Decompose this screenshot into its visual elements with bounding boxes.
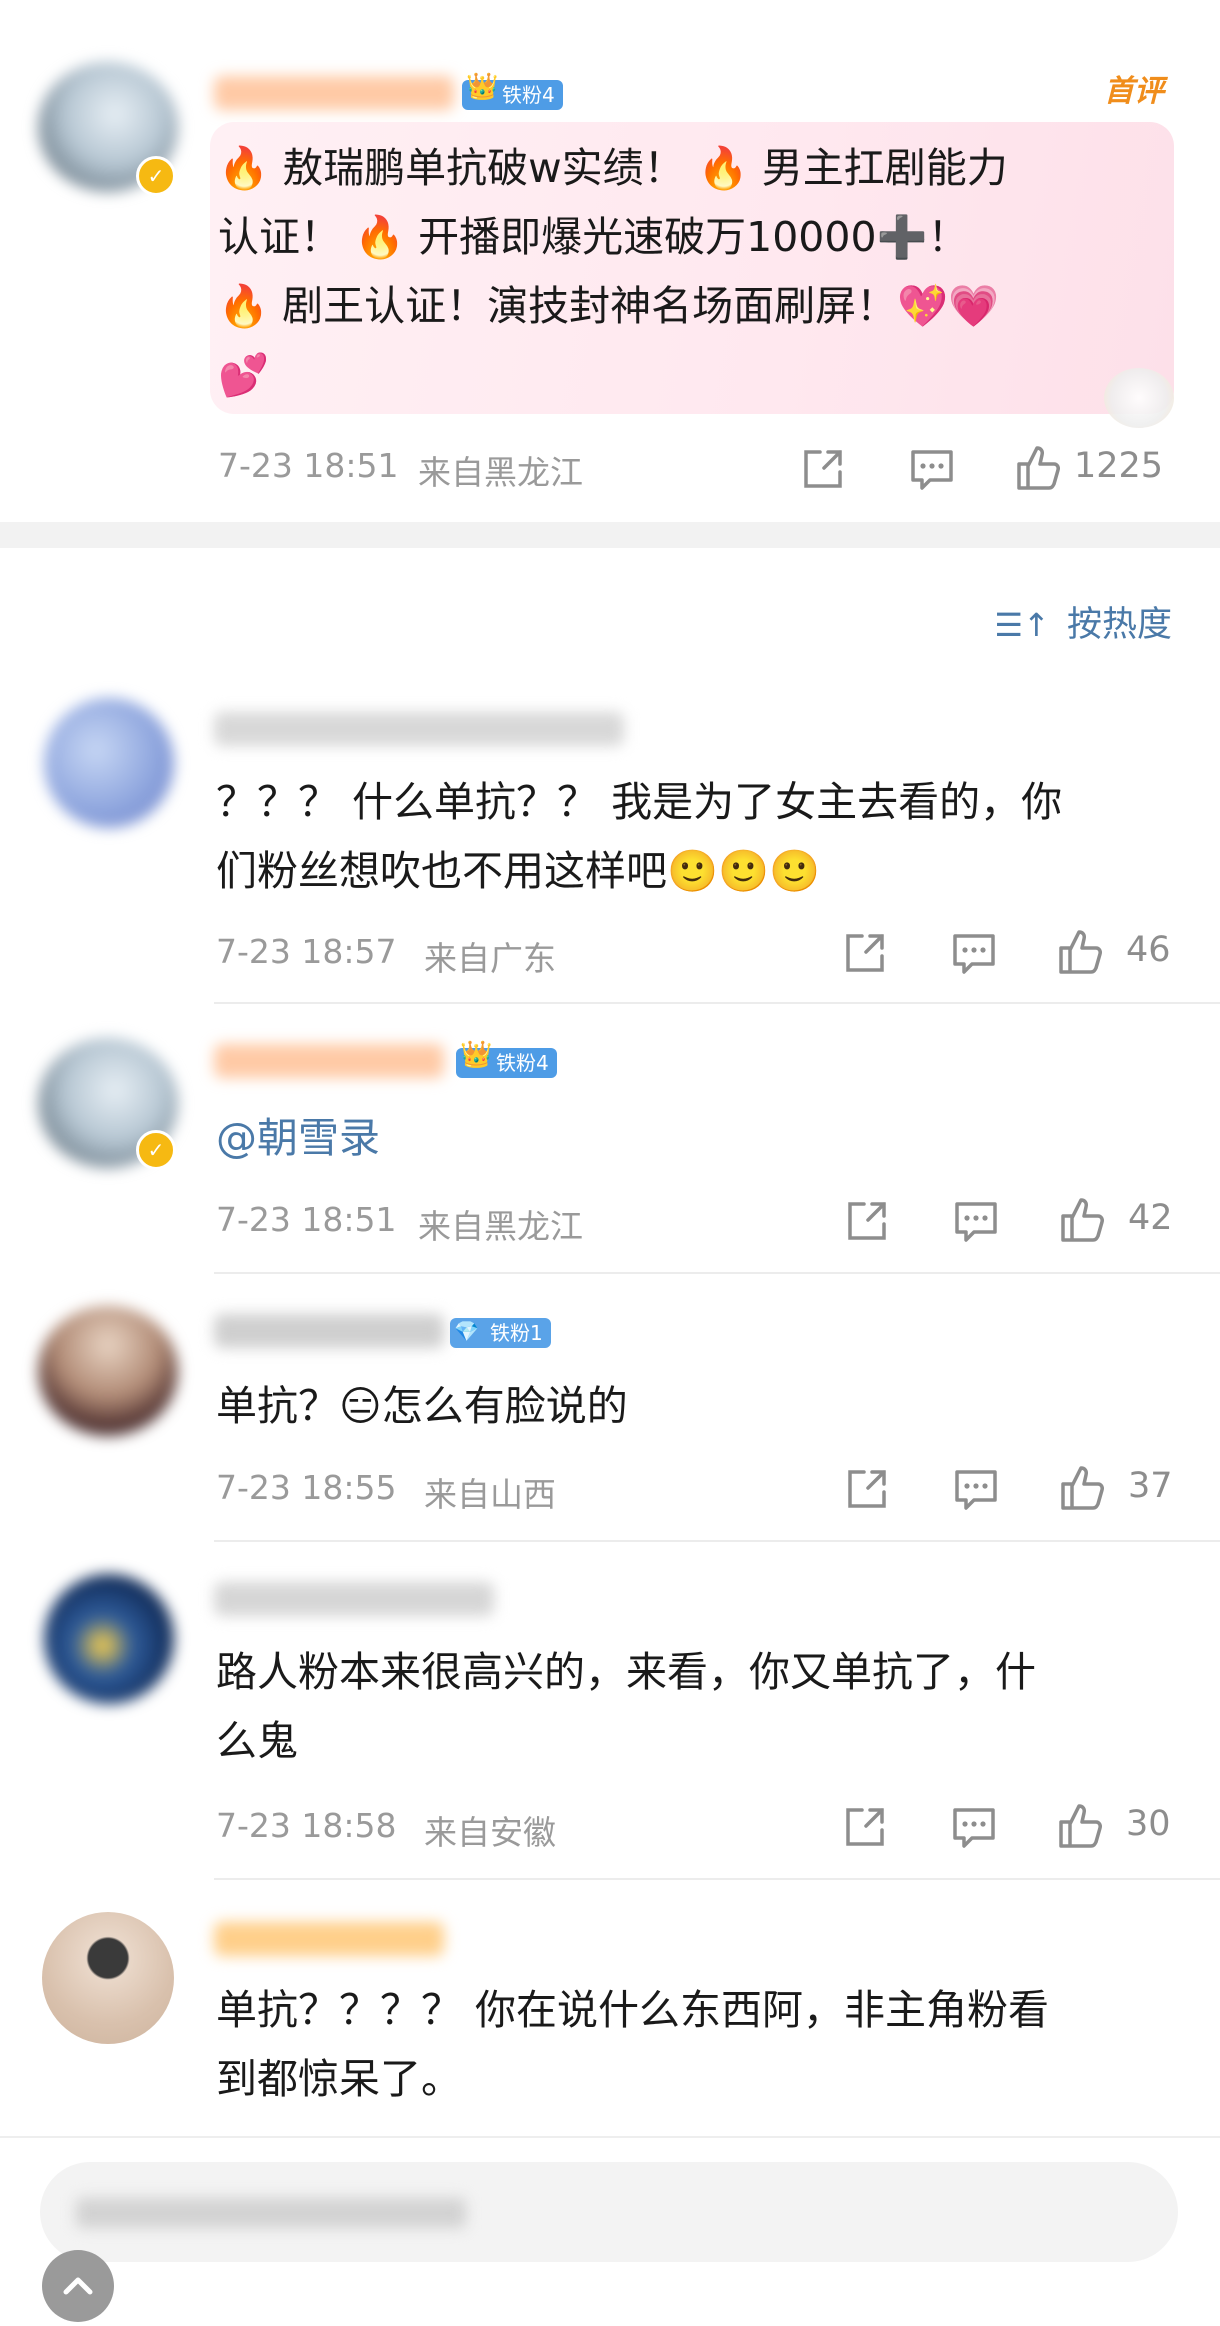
- comment-time: 7-23 18:57: [216, 932, 397, 971]
- fan-badge[interactable]: 💎 铁粉1: [450, 1318, 551, 1348]
- comment-divider: [214, 1002, 1220, 1004]
- comment-icon[interactable]: [950, 1804, 998, 1854]
- like-count: 37: [1128, 1466, 1173, 1506]
- comment-icon[interactable]: [952, 1198, 1000, 1248]
- section-divider: [0, 522, 1220, 548]
- comment-icon[interactable]: [950, 930, 998, 980]
- comment-text-line: 么鬼: [216, 1717, 298, 1765]
- first-comment-tag: 首评: [1104, 74, 1164, 109]
- comment-icon[interactable]: [908, 446, 956, 496]
- fan-badge-label: 铁粉4: [502, 83, 555, 107]
- avatar[interactable]: [44, 698, 174, 828]
- comment-icon[interactable]: [952, 1466, 1000, 1516]
- comment-text-line: 到都惊呆了。: [216, 2055, 462, 2103]
- reply-input[interactable]: [40, 2162, 1178, 2262]
- avatar[interactable]: [44, 1574, 174, 1704]
- comment-time: 7-23 18:55: [216, 1468, 397, 1507]
- comment-text-line: 们粉丝想吹也不用这样吧🙂🙂🙂: [216, 847, 821, 895]
- sort-icon: ☰↑: [994, 606, 1050, 644]
- share-icon[interactable]: [800, 446, 846, 496]
- fan-badge[interactable]: 👑 铁粉4: [462, 72, 563, 110]
- cat-sticker-icon: [1104, 368, 1174, 428]
- like-count: 30: [1126, 1804, 1171, 1844]
- like-count: 1225: [1074, 446, 1164, 486]
- scroll-top-button[interactable]: [42, 2250, 114, 2322]
- comment-text-line: 💕: [218, 351, 270, 399]
- like-count: 46: [1126, 930, 1171, 970]
- comment-text-line: 单抗？？？？ 你在说什么东西阿，非主角粉看: [216, 1986, 1050, 2034]
- avatar[interactable]: [38, 1306, 178, 1436]
- diamond-icon: 💎: [454, 1319, 479, 1343]
- comment-text-line: 🔥 剧王认证！演技封神名场面刷屏！💖💗: [218, 282, 1000, 330]
- share-icon[interactable]: [842, 930, 888, 980]
- comment-text-line: ？？？ 什么单抗？？ 我是为了女主去看的，你: [216, 778, 1063, 826]
- comment-text-line: 路人粉本来很高兴的，来看，你又单抗了，什: [216, 1648, 1036, 1696]
- verified-icon: ✓: [136, 1130, 176, 1170]
- mention-link[interactable]: @朝雪录: [216, 1104, 380, 1173]
- comment-divider: [214, 1540, 1220, 1542]
- comment-time: 7-23 18:51: [218, 446, 399, 485]
- comment-text-line: 认证！ 🔥 开播即爆光速破万10000➕！: [218, 213, 969, 261]
- sort-label: 按热度: [1066, 605, 1172, 645]
- share-icon[interactable]: [844, 1466, 890, 1516]
- comment-text-line: 🔥 敖瑞鹏单抗破w实绩！ 🔥 男主扛剧能力: [218, 144, 1008, 192]
- crown-icon: 👑: [466, 72, 499, 102]
- verified-icon: ✓: [136, 156, 176, 196]
- fan-badge-label: 铁粉1: [490, 1321, 543, 1345]
- top-post: ✓ 👑 铁粉4 首评 🔥 敖瑞鹏单抗破w实绩！ 🔥 男主扛剧能力 认证！ 🔥 开…: [0, 0, 1220, 522]
- comment-location: 来自黑龙江: [418, 1207, 583, 1246]
- avatar[interactable]: [42, 1912, 174, 2044]
- username[interactable]: [214, 1582, 494, 1616]
- comment-time: 7-23 18:51: [216, 1200, 397, 1239]
- comment-divider: [214, 1272, 1220, 1274]
- bottom-divider: [0, 2136, 1220, 2138]
- username[interactable]: [214, 76, 454, 110]
- like-icon[interactable]: [1056, 926, 1106, 980]
- username[interactable]: [214, 1922, 444, 1956]
- share-icon[interactable]: [844, 1198, 890, 1248]
- reply-placeholder: [76, 2198, 466, 2228]
- comment-location: 来自安徽: [424, 1813, 556, 1852]
- comment-divider: [214, 1878, 1220, 1880]
- like-icon[interactable]: [1058, 1462, 1108, 1516]
- crown-icon: 👑: [460, 1040, 493, 1070]
- username[interactable]: [214, 1314, 444, 1348]
- like-icon[interactable]: [1058, 1194, 1108, 1248]
- like-icon[interactable]: [1056, 1800, 1106, 1854]
- like-count: 42: [1128, 1198, 1173, 1238]
- chevron-up-icon: [63, 2277, 93, 2295]
- username[interactable]: [214, 712, 624, 746]
- comment-text-line: 单抗？😑怎么有脸说的: [216, 1382, 628, 1430]
- comment-location: 来自山西: [424, 1475, 556, 1514]
- fan-badge[interactable]: 👑 铁粉4: [456, 1040, 557, 1078]
- share-icon[interactable]: [842, 1804, 888, 1854]
- username[interactable]: [214, 1044, 444, 1078]
- sort-button[interactable]: ☰↑ 按热度: [994, 596, 1172, 647]
- comment-location: 来自黑龙江: [418, 453, 583, 492]
- like-icon[interactable]: [1014, 442, 1064, 496]
- comment-time: 7-23 18:58: [216, 1806, 397, 1845]
- fan-badge-label: 铁粉4: [496, 1051, 549, 1075]
- comment-location: 来自广东: [424, 939, 556, 978]
